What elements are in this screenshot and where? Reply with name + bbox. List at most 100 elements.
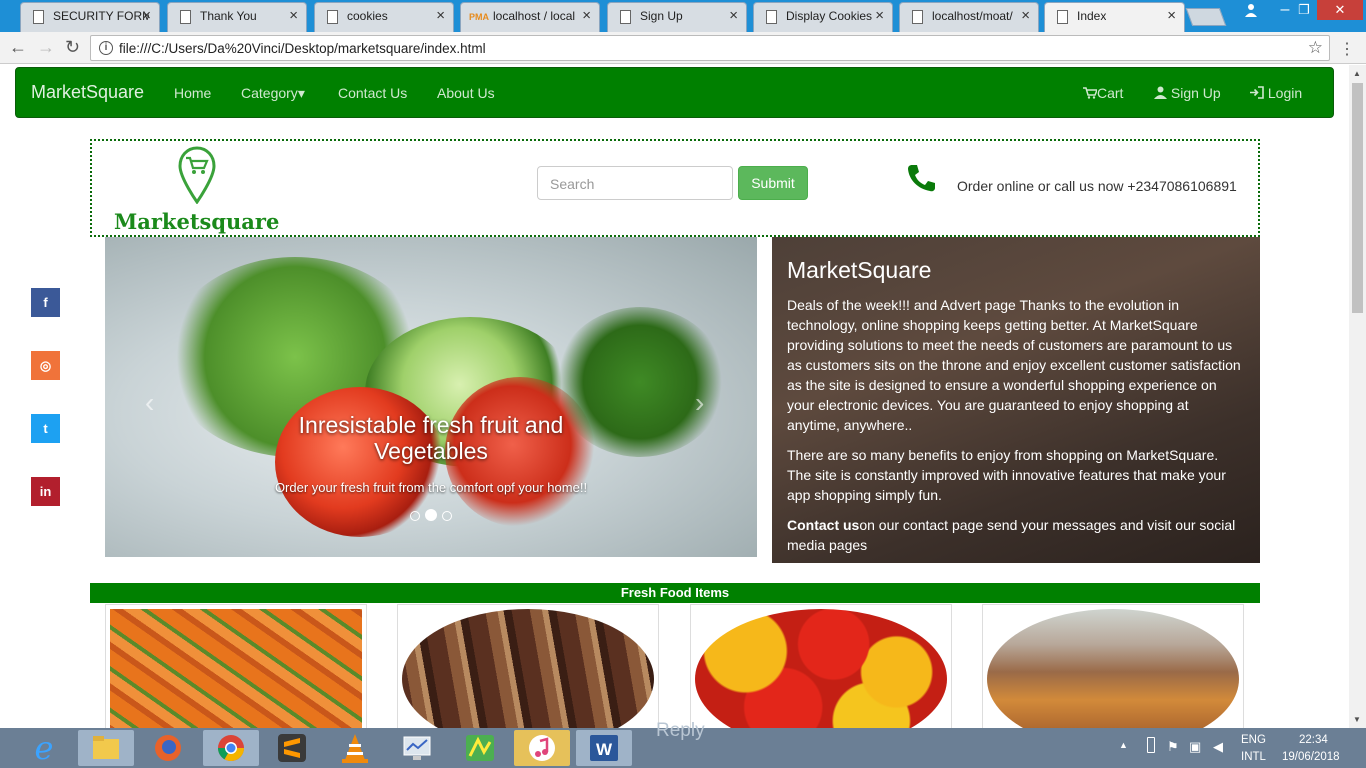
back-arrow-icon[interactable]: ← [9, 37, 27, 58]
nav-login-label: Login [1267, 85, 1303, 101]
maximize-icon[interactable]: ❐ [1291, 0, 1317, 20]
scroll-down-icon[interactable]: ▼ [1353, 715, 1361, 724]
nav-sign-up[interactable]: Sign Up [1154, 85, 1221, 101]
url-text[interactable]: file:///C:/Users/Da%20Vinci/Desktop/mark… [119, 41, 486, 56]
app-store-icon[interactable] [452, 730, 508, 766]
tab-thank-you[interactable]: Thank You × [167, 2, 307, 32]
food-card-market[interactable] [982, 604, 1244, 728]
close-icon[interactable]: × [436, 7, 445, 24]
food-card-peppers[interactable] [690, 604, 952, 728]
new-tab-button[interactable] [1185, 8, 1227, 26]
scroll-up-icon[interactable]: ▲ [1353, 69, 1361, 78]
user-icon[interactable] [1238, 0, 1264, 20]
cart-pin-logo-icon [178, 146, 216, 204]
document-icon [327, 10, 338, 24]
food-card-carrots[interactable] [105, 604, 367, 728]
site-header: Marketsquare Search Submit Order online … [90, 139, 1260, 237]
tab-index[interactable]: Index × [1044, 2, 1185, 32]
panel-paragraph-1: Deals of the week!!! and Advert page Tha… [787, 297, 1241, 433]
document-icon [1057, 10, 1068, 24]
close-window-icon[interactable]: ✕ [1317, 0, 1363, 20]
bookmark-star-icon[interactable]: ☆ [1308, 38, 1323, 58]
word-icon[interactable]: W [576, 730, 632, 766]
itunes-icon[interactable] [514, 730, 570, 766]
close-icon[interactable]: × [1021, 7, 1030, 24]
nav-sign-up-label: Sign Up [1170, 85, 1221, 101]
tab-localhost-moat[interactable]: localhost/moat/ × [899, 2, 1039, 32]
nav-login[interactable]: Login [1250, 85, 1302, 101]
carousel-title-line2: Vegetables [374, 438, 488, 464]
firefox-icon[interactable] [140, 730, 196, 766]
reply-ghost-text: Reply [656, 720, 705, 741]
twitter-icon[interactable]: t [31, 414, 60, 443]
tray-expand-icon[interactable]: ▲ [1119, 740, 1128, 750]
search-input[interactable]: Search [537, 166, 733, 200]
carousel-indicator-active[interactable] [425, 509, 437, 521]
info-panel: MarketSquare Deals of the week!!! and Ad… [772, 237, 1260, 563]
web-page: MarketSquare Home Category▾ Contact Us A… [0, 65, 1349, 728]
smoked-fish-image [402, 609, 654, 728]
clock-date[interactable]: 19/06/2018 [1282, 751, 1340, 763]
reload-icon[interactable]: ↻ [65, 37, 80, 58]
address-bar[interactable]: i file:///C:/Users/Da%20Vinci/Desktop/ma… [90, 35, 1330, 61]
logo-text: Marketsquare [114, 209, 280, 234]
network-monitor-icon[interactable] [389, 730, 445, 766]
file-explorer-icon[interactable] [78, 730, 134, 766]
volume-icon[interactable]: ◀ [1213, 739, 1223, 755]
site-brand[interactable]: MarketSquare [31, 82, 144, 103]
instagram-icon[interactable]: ◎ [31, 351, 60, 380]
close-icon[interactable]: × [729, 7, 738, 24]
document-icon [33, 10, 44, 24]
carousel-indicator[interactable] [442, 511, 452, 521]
tab-security-form[interactable]: SECURITY FORM × [20, 2, 160, 32]
internet-explorer-icon[interactable]: e [18, 729, 70, 767]
close-icon[interactable]: × [289, 7, 298, 24]
battery-icon[interactable] [1147, 737, 1155, 753]
document-icon [180, 10, 191, 24]
nav-cart[interactable]: Cart [1083, 85, 1123, 101]
forward-arrow-icon[interactable]: → [37, 37, 55, 58]
close-icon[interactable]: × [1167, 7, 1176, 24]
close-icon[interactable]: × [582, 7, 591, 24]
close-icon[interactable]: × [875, 7, 884, 24]
scrollbar-thumb[interactable] [1352, 83, 1363, 313]
clock-time[interactable]: 22:34 [1299, 734, 1328, 746]
food-card-fish[interactable] [397, 604, 659, 728]
linkedin-icon[interactable]: in [31, 477, 60, 506]
carrots-image [110, 609, 362, 728]
carousel-indicator[interactable] [410, 511, 420, 521]
bell-peppers-image [695, 609, 947, 728]
submit-button[interactable]: Submit [738, 166, 808, 200]
vlc-icon[interactable] [327, 730, 383, 766]
facebook-icon[interactable]: f [31, 288, 60, 317]
nav-home[interactable]: Home [174, 85, 211, 101]
svg-text:W: W [596, 740, 613, 759]
tab-phpmyadmin[interactable]: PMA localhost / local × [460, 2, 600, 32]
nav-category[interactable]: Category▾ [241, 85, 305, 102]
system-tray: ▲ ⚑ ▣ ◀ ENG INTL 22:34 19/06/2018 [1115, 728, 1366, 768]
market-produce-image [987, 609, 1239, 728]
chrome-icon[interactable] [203, 730, 259, 766]
panel-paragraph-2: There are so many benefits to enjoy from… [787, 447, 1226, 503]
tab-display-cookies[interactable]: Display Cookies × [753, 2, 893, 32]
nav-about-us[interactable]: About Us [437, 85, 495, 101]
network-icon[interactable]: ▣ [1189, 739, 1201, 755]
nav-category-label: Category [241, 85, 298, 101]
nav-contact-us[interactable]: Contact Us [338, 85, 407, 101]
close-icon[interactable]: × [142, 7, 151, 24]
menu-icon[interactable]: ⋮ [1339, 39, 1355, 59]
contact-us-bold: Contact us [787, 517, 860, 533]
info-icon[interactable]: i [99, 41, 113, 55]
language-ind-intl[interactable]: INTL [1241, 751, 1266, 763]
panel-title: MarketSquare [787, 257, 932, 283]
sublime-text-icon[interactable] [264, 730, 320, 766]
svg-text:e: e [35, 730, 54, 766]
site-navbar: MarketSquare Home Category▾ Contact Us A… [15, 67, 1334, 118]
language-ind-eng[interactable]: ENG [1241, 734, 1266, 746]
page-scrollbar[interactable]: ▲ ▼ [1349, 65, 1366, 728]
tab-cookies[interactable]: cookies × [314, 2, 454, 32]
fresh-food-heading: Fresh Food Items [90, 583, 1260, 603]
tab-sign-up[interactable]: Sign Up × [607, 2, 747, 32]
flag-icon[interactable]: ⚑ [1167, 739, 1179, 755]
image-carousel[interactable]: ‹ › Inresistable fresh fruit and Vegetab… [105, 237, 757, 557]
